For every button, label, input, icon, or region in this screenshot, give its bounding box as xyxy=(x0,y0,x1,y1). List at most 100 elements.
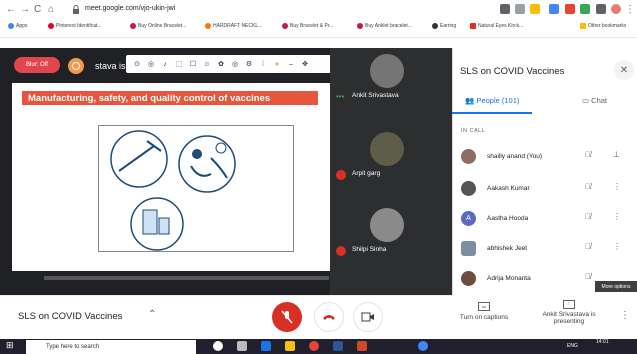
task-view-icon[interactable] xyxy=(237,341,247,351)
more-options-icon[interactable]: ⋮ xyxy=(613,212,621,221)
in-call-label: IN CALL xyxy=(461,128,486,134)
lock-icon xyxy=(73,5,79,14)
cortana-icon[interactable] xyxy=(213,341,223,351)
close-icon[interactable]: ✕ xyxy=(614,60,634,80)
presenter-banner: stava is xyxy=(95,61,126,71)
present-icon: ↑ xyxy=(563,300,575,309)
presenting-label: Ankit Srivastava is presenting xyxy=(542,311,596,325)
back-icon[interactable]: ← xyxy=(6,4,16,15)
toolbar-icon[interactable]: ⬚ xyxy=(174,60,184,68)
screen: ← → C ⌂ meet.google.com/vjo-ukin-jwi ⋮ A… xyxy=(0,0,637,354)
bookmark-item[interactable]: HARDRAFT NECKL... xyxy=(205,23,262,29)
participant-name: Shilpi Sinha xyxy=(352,246,387,253)
list-item[interactable]: A Aastha Hooda 🎙̸ ⋮ xyxy=(455,207,635,231)
list-item[interactable]: shailly anand (You) 🎙̸ ⊥ xyxy=(455,145,635,169)
speaking-icon: ••• xyxy=(336,92,345,101)
toolbar-icon[interactable]: ✥ xyxy=(300,60,310,68)
toolbar-icon[interactable]: » xyxy=(272,61,282,68)
bookmark-item[interactable]: Buy Anklet bracelet... xyxy=(357,23,412,29)
camera-button[interactable] xyxy=(353,302,383,332)
toolbar-icon[interactable]: ☺ xyxy=(202,61,212,68)
zoom-icon[interactable] xyxy=(515,4,525,14)
toolbar-icon[interactable]: ⊙ xyxy=(132,60,142,68)
bookmark-item[interactable]: Buy Online Bracelet... xyxy=(130,23,186,29)
chevron-up-icon[interactable]: ⌃ xyxy=(148,309,156,320)
extension-icon[interactable] xyxy=(565,4,575,14)
bookmark-item[interactable]: Apps xyxy=(8,23,27,29)
meeting-name[interactable]: SLS on COVID Vaccines xyxy=(18,311,122,322)
bookmark-item[interactable]: Natural Eyes Kirck... xyxy=(470,23,523,29)
more-options-icon[interactable]: ⋮ xyxy=(613,242,621,251)
toolbar-icon[interactable]: ◎ xyxy=(146,60,156,68)
presenting-button[interactable]: ↑ Ankit Srivastava is presenting xyxy=(534,300,604,325)
mic-off-icon: 🎙̸ xyxy=(585,182,591,191)
toolbar-icon[interactable]: – xyxy=(286,61,296,68)
windows-icon[interactable]: ⊞ xyxy=(6,340,16,350)
bookmark-folder[interactable]: Other bookmarks xyxy=(580,23,626,29)
star-icon[interactable] xyxy=(530,4,540,14)
tray-icon[interactable] xyxy=(418,341,428,351)
app-icon[interactable] xyxy=(333,341,343,351)
toolbar-icon[interactable]: ✿ xyxy=(216,60,226,68)
extension-icon[interactable] xyxy=(549,4,559,14)
toolbar-icon[interactable]: ♪ xyxy=(160,61,170,68)
list-item[interactable]: abhishek Jeet 🎙̸ ⋮ xyxy=(455,237,635,261)
profile-avatar[interactable] xyxy=(611,4,621,14)
person-name: Aakash Kumar xyxy=(487,185,530,192)
extension-icon[interactable] xyxy=(580,4,590,14)
toolbar-icon[interactable]: ⚙ xyxy=(244,60,254,68)
more-options-icon[interactable]: ⋮ xyxy=(613,182,621,191)
bookmark-item[interactable]: Buy Bracelet & Pr... xyxy=(282,23,333,29)
captions-label: Turn on captions xyxy=(459,314,509,321)
participant-name: Arpit garg xyxy=(352,170,381,177)
extension-toolbar: ⊙ ◎ ♪ ⬚ ☐ ☺ ✿ ◎ ⚙ ⁞ » – ✥ xyxy=(126,55,358,73)
explorer-icon[interactable] xyxy=(285,341,295,351)
avatar xyxy=(461,149,476,164)
edge-icon[interactable] xyxy=(261,341,271,351)
menu-icon[interactable]: ⋮ xyxy=(625,4,635,15)
app-icon[interactable] xyxy=(357,341,367,351)
participant-tile[interactable]: ••• Ankit Srivastava xyxy=(330,48,452,120)
leave-call-button[interactable] xyxy=(314,302,344,332)
slide-title: Manufacturing, safety, and quality contr… xyxy=(22,91,318,105)
effects-button[interactable] xyxy=(68,58,84,74)
person-name: Aastha Hooda xyxy=(487,215,529,222)
toolbar-icon[interactable]: ⁞ xyxy=(258,61,268,68)
participant-tile[interactable]: Shilpi Sinha xyxy=(330,202,452,274)
chrome-icon[interactable] xyxy=(309,341,319,351)
toolbar-icon[interactable]: ◎ xyxy=(230,60,240,68)
bookmark-item[interactable]: Earring xyxy=(432,23,456,29)
bookmarks-bar: Apps Pinterest Identifcat... Buy Online … xyxy=(0,23,637,38)
slide-progress xyxy=(44,276,329,280)
language-indicator[interactable]: ENG xyxy=(567,343,578,349)
forward-icon[interactable]: → xyxy=(20,4,30,15)
mic-off-icon xyxy=(336,170,346,180)
person-name: Adrija Monanta xyxy=(487,275,531,282)
puzzle-icon[interactable] xyxy=(596,4,606,14)
participant-name: Ankit Srivastava xyxy=(352,92,399,99)
tab-people[interactable]: 👥 People (101) xyxy=(465,96,519,105)
hang-up-icon xyxy=(323,315,335,320)
mic-off-icon: 🎙̸ xyxy=(585,212,591,221)
blur-toggle-button[interactable]: Blur: Off xyxy=(14,57,60,73)
camera-icon[interactable] xyxy=(500,4,510,14)
avatar: A xyxy=(461,211,476,226)
reload-icon[interactable]: C xyxy=(34,4,41,15)
shared-slide: Manufacturing, safety, and quality contr… xyxy=(12,83,330,271)
pin-icon[interactable]: ⊥ xyxy=(613,150,620,159)
home-icon[interactable]: ⌂ xyxy=(48,4,54,15)
tab-chat[interactable]: ▭ Chat xyxy=(582,96,607,105)
address-bar[interactable]: meet.google.com/vjo-ukin-jwi xyxy=(85,5,175,12)
panel-title: SLS on COVID Vaccines xyxy=(460,66,565,77)
participant-tile[interactable]: Arpit garg xyxy=(330,126,452,198)
clock[interactable]: 14:01 xyxy=(596,339,609,345)
more-options-icon[interactable]: ⋮ xyxy=(620,310,630,321)
mic-off-icon: 🎙̸ xyxy=(585,272,591,281)
taskbar-search-input[interactable]: Type here to search xyxy=(26,340,196,354)
toolbar-icon[interactable]: ☐ xyxy=(188,60,198,68)
mute-button[interactable] xyxy=(272,302,302,332)
captions-button[interactable]: cc Turn on captions xyxy=(452,302,516,321)
video-icon xyxy=(361,312,374,322)
bookmark-item[interactable]: Pinterest Identifcat... xyxy=(48,23,102,29)
list-item[interactable]: Aakash Kumar 🎙̸ ⋮ xyxy=(455,177,635,201)
